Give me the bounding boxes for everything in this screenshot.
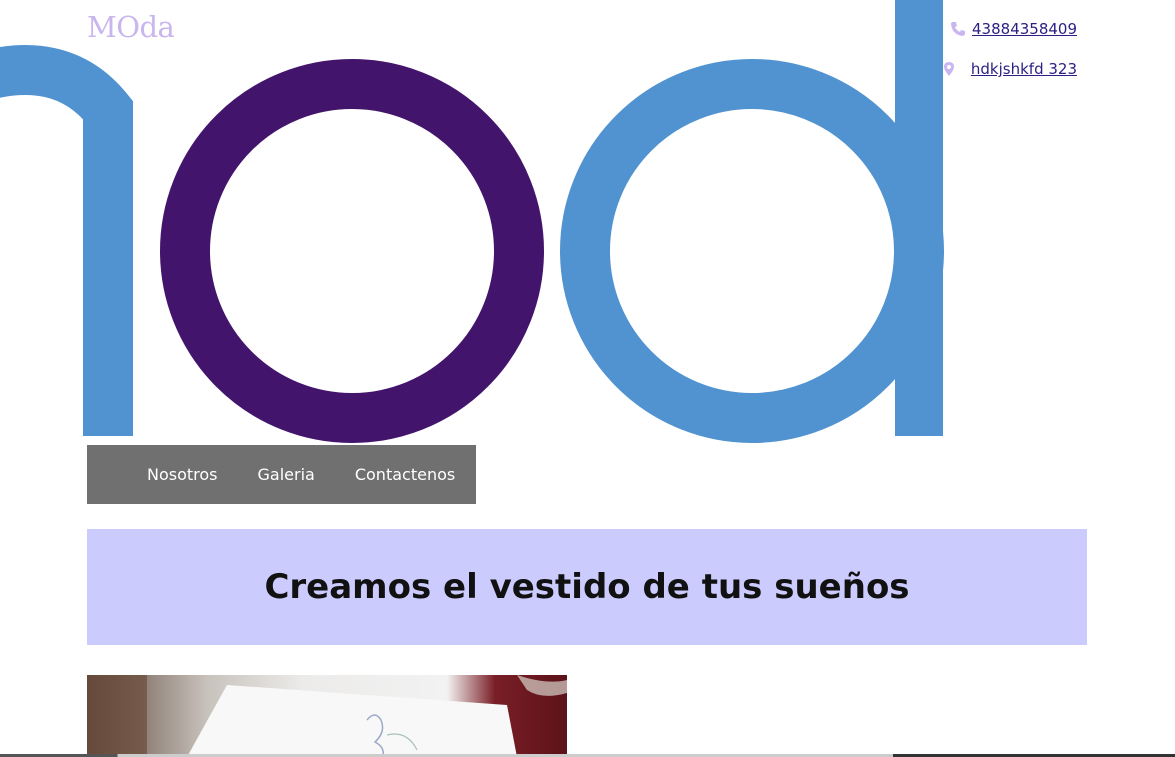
phone-icon — [951, 22, 966, 36]
banner-title: Creamos el vestido de tus sueños — [264, 567, 910, 607]
address-row: hdkjshkfd 323 — [941, 58, 1077, 80]
phone-link[interactable]: 43884358409 — [972, 20, 1077, 38]
main-nav: Nosotros Galeria Contactenos — [87, 445, 476, 504]
contact-info: 43884358409 hdkjshkfd 323 — [941, 18, 1077, 98]
logo-letter-d-bowl — [560, 59, 944, 443]
hero-banner: Creamos el vestido de tus sueños — [87, 529, 1087, 645]
address-link[interactable]: hdkjshkfd 323 — [971, 60, 1077, 78]
phone-row: 43884358409 — [941, 18, 1077, 40]
logo-letter-n — [0, 45, 133, 436]
dress-sketch-photo — [87, 675, 567, 757]
nav-item-contactenos[interactable]: Contactenos — [343, 465, 467, 484]
mod-logo-graphic — [0, 0, 944, 443]
nav-item-nosotros[interactable]: Nosotros — [135, 465, 230, 484]
logo-letter-d-stem — [895, 0, 943, 436]
page: MOda 43884358409 hdkjshkfd 323 Nosotros … — [0, 0, 1175, 757]
brand-logo[interactable]: MOda — [87, 10, 175, 44]
logo-letter-o — [160, 59, 544, 443]
location-pin-icon — [943, 62, 954, 76]
nav-item-galeria[interactable]: Galeria — [246, 465, 327, 484]
